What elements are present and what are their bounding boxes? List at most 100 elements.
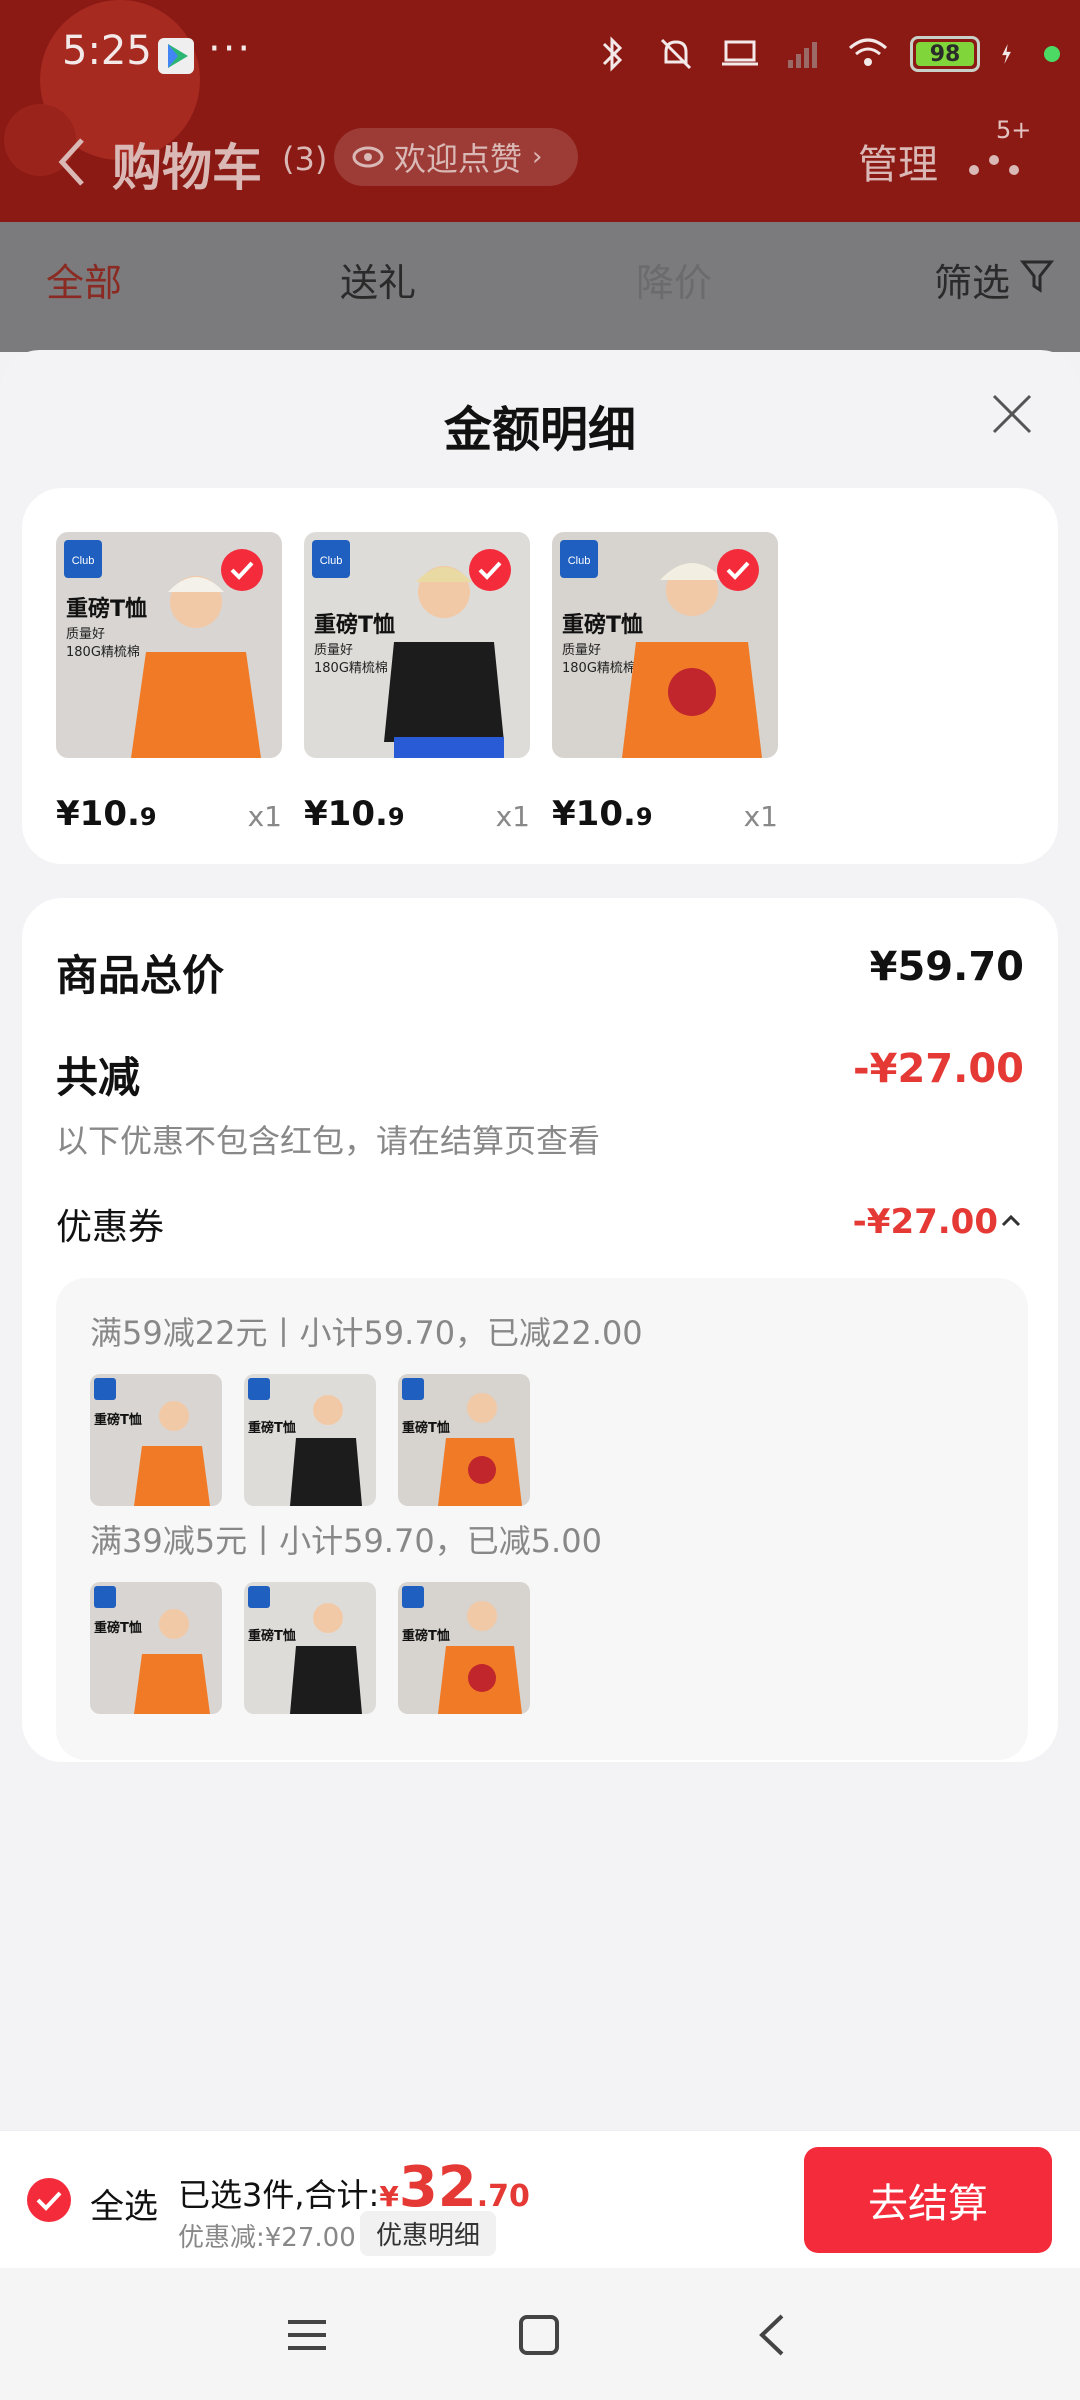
reduce-value: -¥27.00 [853, 1046, 1024, 1092]
svg-text:180G精梳棉: 180G精梳棉 [314, 661, 388, 676]
bluetooth-icon [602, 36, 623, 72]
status-bar: 5:25 ··· 98 [0, 0, 1080, 110]
product-price: ¥10.9 [304, 794, 405, 834]
coupon-rule: 满39减5元丨小计59.70，已减5.00 [90, 1522, 602, 1560]
svg-text:重磅T恤: 重磅T恤 [248, 1420, 296, 1436]
product-thumbnail: 重磅T恤 [398, 1374, 530, 1506]
product-qty: x1 [743, 800, 778, 833]
product-image: Club 重磅T恤 质量好 180G精梳棉 [552, 532, 778, 758]
header: 5:25 ··· 98 购物车 (3) 欢迎点赞 › 管理 5+ [0, 0, 1080, 222]
svg-text:Club: Club [72, 555, 95, 567]
select-all-label[interactable]: 全选 [90, 2179, 158, 2228]
tab-all[interactable]: 全部 [46, 252, 122, 307]
chevron-up-icon[interactable] [1000, 1210, 1022, 1232]
product-image: Club 重磅T恤 质量好 180G精梳棉 [304, 532, 530, 758]
coupon-products: 重磅T恤 重磅T恤 重磅T恤 [90, 1374, 530, 1506]
svg-text:重磅T恤: 重磅T恤 [66, 596, 147, 622]
back-icon[interactable] [52, 132, 92, 192]
product-price: ¥10.9 [56, 794, 157, 834]
product-thumbnail: 重磅T恤 [90, 1374, 222, 1506]
svg-text:质量好: 质量好 [66, 627, 105, 642]
svg-text:Club: Club [320, 555, 343, 567]
svg-text:重磅T恤: 重磅T恤 [248, 1628, 296, 1644]
tab-price-drop[interactable]: 降价 [636, 252, 712, 307]
svg-text:重磅T恤: 重磅T恤 [562, 612, 643, 638]
checkout-bar: 全选 已选3件,合计:¥32.70 优惠减:¥27.00 优惠明细 去结算 [0, 2130, 1080, 2268]
filter-icon[interactable] [1020, 258, 1054, 294]
tab-filter[interactable]: 筛选 [934, 252, 1010, 307]
product-item[interactable]: Club 重磅T恤 质量好 180G精梳棉 ¥10.9 x1 [552, 532, 778, 834]
product-list-card: Club 重磅T恤 质量好 180G精梳棉 ¥10.9 x1 Club 重磅T恤… [22, 488, 1058, 864]
tab-bar: 全部 送礼 降价 筛选 [0, 222, 1080, 352]
discount-note: 以下优惠不包含红包，请在结算页查看 [56, 1122, 601, 1160]
wifi-icon [849, 38, 887, 66]
nav-bar: 购物车 (3) 欢迎点赞 › 管理 5+ [0, 110, 1080, 222]
svg-text:Club: Club [568, 555, 591, 567]
page-title: 购物车 [112, 139, 262, 197]
selected-count-text: 已选3件,合计: [178, 2176, 380, 2214]
coupon-label: 优惠券 [56, 1207, 165, 1248]
eye-icon [352, 146, 384, 168]
svg-text:重磅T恤: 重磅T恤 [94, 1620, 142, 1636]
like-label: 欢迎点赞 [394, 140, 523, 178]
product-item[interactable]: Club 重磅T恤 质量好 180G精梳棉 ¥10.9 x1 [56, 532, 282, 834]
charging-icon [1002, 44, 1011, 64]
product-thumbnail: 重磅T恤 [398, 1582, 530, 1714]
select-all-check-icon[interactable] [26, 2177, 72, 2223]
coupon-rule: 满59减22元丨小计59.70，已减22.00 [90, 1314, 643, 1352]
product-image: Club 重磅T恤 质量好 180G精梳棉 [56, 532, 282, 758]
selected-check-icon[interactable] [468, 548, 512, 592]
svg-text:重磅T恤: 重磅T恤 [94, 1412, 142, 1428]
chevron-right-icon: › [532, 142, 543, 172]
selected-check-icon[interactable] [220, 548, 264, 592]
manage-button[interactable]: 管理 [858, 132, 938, 190]
laptop-icon [722, 40, 758, 66]
discount-detail-button[interactable]: 优惠明细 [360, 2211, 497, 2256]
svg-text:180G精梳棉: 180G精梳棉 [66, 645, 140, 660]
product-thumbnail: 重磅T恤 [90, 1582, 222, 1714]
product-thumbnail: 重磅T恤 [244, 1582, 376, 1714]
more-notifications: ··· [208, 26, 253, 72]
menu-icon[interactable] [284, 2312, 330, 2358]
svg-text:质量好: 质量好 [562, 643, 601, 658]
active-dot [1044, 46, 1060, 62]
product-thumbnail: 重磅T恤 [244, 1374, 376, 1506]
coupon-value[interactable]: -¥27.00 [853, 1202, 998, 1242]
currency-symbol: ¥ [379, 2180, 399, 2213]
product-item[interactable]: Club 重磅T恤 质量好 180G精梳棉 ¥10.9 x1 [304, 532, 530, 834]
product-qty: x1 [495, 800, 530, 833]
cart-count: (3) [282, 140, 328, 178]
svg-text:180G精梳棉: 180G精梳棉 [562, 661, 636, 676]
reduce-label: 共减 [56, 1053, 141, 1102]
total-decimal: .70 [476, 2179, 530, 2214]
status-time: 5:25 [62, 28, 152, 74]
price-summary-card: 商品总价 ¥59.70 共减 -¥27.00 以下优惠不包含红包，请在结算页查看… [22, 898, 1058, 1762]
product-price: ¥10.9 [552, 794, 653, 834]
close-icon[interactable] [990, 392, 1034, 436]
product-qty: x1 [247, 800, 282, 833]
like-button[interactable]: 欢迎点赞 › [334, 128, 578, 186]
svg-text:质量好: 质量好 [314, 643, 353, 658]
system-nav-bar [0, 2268, 1080, 2400]
svg-text:重磅T恤: 重磅T恤 [402, 1628, 450, 1644]
battery-icon: 98 [910, 36, 980, 72]
back-nav-icon[interactable] [750, 2312, 796, 2358]
sheet-title: 金额明细 [443, 402, 636, 458]
mute-icon [660, 38, 692, 70]
amount-detail-sheet: 金额明细 Club 重磅T恤 质量好 180G精梳棉 ¥10.9 x1 Club… [0, 350, 1080, 2130]
home-icon[interactable] [516, 2312, 562, 2358]
battery-level: 98 [929, 41, 961, 67]
product-total-value: ¥59.70 [869, 944, 1024, 990]
signal-icon [788, 42, 817, 68]
product-total-label: 商品总价 [56, 951, 225, 1000]
coupon-products: 重磅T恤 重磅T恤 重磅T恤 [90, 1582, 530, 1714]
coupon-detail-box: 满59减22元丨小计59.70，已减22.00 重磅T恤 重磅T恤 重磅T恤 满… [56, 1278, 1028, 1760]
svg-text:重磅T恤: 重磅T恤 [314, 612, 395, 638]
checkout-button[interactable]: 去结算 [804, 2147, 1052, 2253]
svg-text:重磅T恤: 重磅T恤 [402, 1420, 450, 1436]
selected-check-icon[interactable] [716, 548, 760, 592]
play-store-icon [158, 38, 194, 74]
tab-gift[interactable]: 送礼 [340, 252, 416, 307]
message-badge: 5+ [996, 116, 1032, 144]
discount-text: 优惠减:¥27.00 [178, 2223, 356, 2253]
